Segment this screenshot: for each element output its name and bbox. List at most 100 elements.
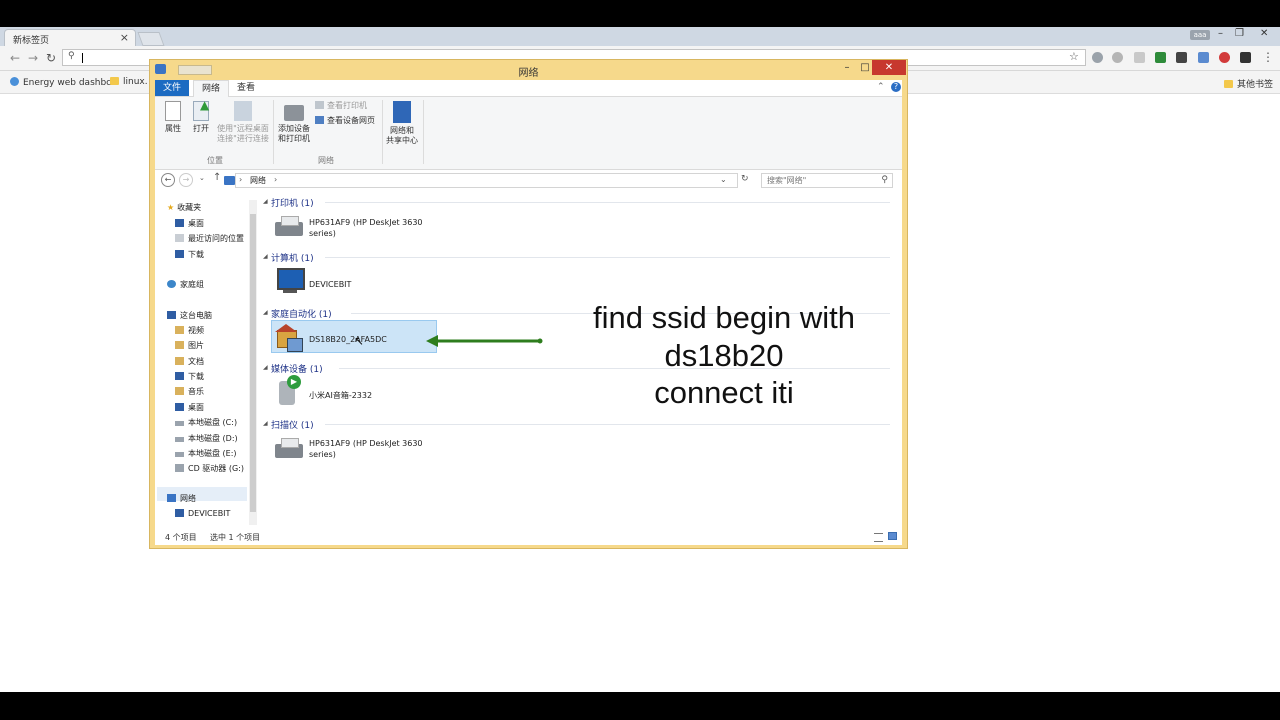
bookmark-linux[interactable]: linux.: [110, 77, 148, 87]
extension-icon-1[interactable]: [1092, 52, 1103, 63]
nav-desktop-label: 桌面: [188, 219, 204, 228]
ds18b20-item[interactable]: DS18B20_2AFA5DC: [309, 334, 387, 345]
collapse-icon[interactable]: ◢: [263, 198, 268, 205]
collapse-ribbon-icon[interactable]: ⌃: [877, 82, 885, 92]
tab-view[interactable]: 查看: [229, 80, 263, 96]
cd-drive-icon: [175, 464, 184, 472]
extension-icon-2[interactable]: [1112, 52, 1123, 63]
group-computers[interactable]: 计算机 (1): [271, 251, 314, 264]
reload-icon[interactable]: ↻: [46, 51, 56, 65]
profile-badge[interactable]: aaa: [1190, 30, 1210, 40]
view-device-page-button[interactable]: 查看设备网页: [315, 115, 375, 126]
nav-music[interactable]: 音乐: [175, 386, 204, 397]
mouse-cursor-icon: ↖: [354, 334, 365, 348]
nav-scrollbar-thumb[interactable]: [250, 214, 256, 512]
nav-devicebit[interactable]: DEVICEBIT: [175, 509, 230, 518]
tab-network[interactable]: 网络: [193, 80, 230, 97]
star-icon: ★: [167, 203, 175, 212]
extension-icon-3[interactable]: [1134, 52, 1145, 63]
properties-button[interactable]: 属性: [163, 101, 183, 134]
bookmark-energy[interactable]: Energy web dashbc: [10, 77, 111, 88]
disk-icon: [175, 452, 184, 457]
nav-network[interactable]: 网络: [167, 493, 196, 504]
nav-videos-label: 视频: [188, 326, 204, 335]
nav-pictures[interactable]: 图片: [175, 340, 204, 351]
group-divider: [325, 257, 890, 258]
nav-favorites[interactable]: ★ 收藏夹: [167, 202, 201, 213]
search-box[interactable]: 搜索"网络" ⚲: [761, 173, 893, 188]
nav-downloads[interactable]: 下载: [175, 249, 204, 260]
address-path-field[interactable]: › 网络 › ⌄: [224, 173, 738, 188]
home-automation-icon: [275, 324, 305, 352]
nav-videos[interactable]: 视频: [175, 325, 204, 336]
collapse-icon[interactable]: ◢: [263, 420, 268, 427]
back-icon[interactable]: ←: [10, 51, 20, 65]
group-network-label: 网络: [318, 156, 334, 165]
address-dropdown-icon[interactable]: ⌄: [720, 175, 727, 184]
explorer-close-button[interactable]: ✕: [872, 60, 906, 75]
group-printers[interactable]: 打印机 (1): [271, 196, 314, 209]
new-tab-button[interactable]: [137, 32, 165, 46]
add-device-button[interactable]: 添加设备 和打印机: [277, 101, 311, 144]
printer-line2: series): [309, 229, 336, 238]
scanner-item[interactable]: HP631AF9 (HP DeskJet 3630 series): [309, 438, 423, 460]
close-button[interactable]: ✕: [1260, 28, 1268, 39]
forward-icon[interactable]: →: [28, 51, 38, 65]
nav-desktop[interactable]: 桌面: [175, 218, 204, 229]
extension-icon-8[interactable]: [1240, 52, 1251, 63]
videos-icon: [175, 326, 184, 334]
bookmark-other[interactable]: 其他书签: [1224, 77, 1273, 90]
nav-desktop-pc[interactable]: 桌面: [175, 402, 204, 413]
minimize-button[interactable]: –: [1218, 28, 1223, 39]
recent-locations-icon[interactable]: ⌄: [199, 174, 205, 182]
refresh-icon[interactable]: ↻: [741, 174, 749, 184]
up-icon[interactable]: ↑: [213, 172, 221, 183]
back-icon[interactable]: ←: [161, 173, 175, 187]
restore-button[interactable]: ❐: [1235, 28, 1244, 39]
group-home-automation[interactable]: 家庭自动化 (1): [271, 307, 332, 320]
address-path[interactable]: 网络: [250, 175, 266, 186]
nav-downloads-pc[interactable]: 下载: [175, 371, 204, 382]
forward-icon[interactable]: →: [179, 173, 193, 187]
open-button[interactable]: ▲ 打开: [191, 99, 211, 134]
menu-icon[interactable]: ⋮: [1262, 50, 1274, 64]
group-location-label: 位置: [207, 156, 223, 165]
printer-item[interactable]: HP631AF9 (HP DeskJet 3630 series): [309, 217, 423, 239]
nav-this-pc[interactable]: 这台电脑: [167, 310, 212, 321]
computer-icon: [275, 268, 305, 294]
collapse-icon[interactable]: ◢: [263, 253, 268, 260]
help-icon[interactable]: ?: [891, 82, 901, 92]
nav-recent[interactable]: 最近访问的位置: [175, 233, 244, 244]
nav-cd[interactable]: CD 驱动器 (G:): [175, 463, 244, 474]
nav-homegroup[interactable]: 家庭组: [167, 279, 204, 290]
group-scanners[interactable]: 扫描仪 (1): [271, 418, 314, 431]
nav-disk-c[interactable]: 本地磁盘 (C:): [175, 417, 237, 428]
nav-documents[interactable]: 文档: [175, 356, 204, 367]
tab-title: 新标签页: [13, 36, 50, 46]
tab-close-icon[interactable]: ×: [120, 31, 129, 44]
group-media[interactable]: 媒体设备 (1): [271, 362, 323, 375]
large-icons-view-icon[interactable]: [888, 532, 897, 540]
nav-disk-d[interactable]: 本地磁盘 (D:): [175, 433, 238, 444]
nav-disk-e[interactable]: 本地磁盘 (E:): [175, 448, 237, 459]
selected-count: 选中 1 个项目: [210, 533, 261, 542]
desktop-icon: [175, 219, 184, 227]
extension-icon-5[interactable]: [1176, 52, 1187, 63]
network-sharing-center-button[interactable]: 网络和 共享中心: [385, 101, 419, 146]
recent-icon: [175, 234, 184, 242]
tab-new-tab[interactable]: 新标签页 ×: [4, 29, 136, 46]
extension-icon-4[interactable]: [1155, 52, 1166, 63]
collapse-icon[interactable]: ◢: [263, 309, 268, 316]
properties-icon: [165, 101, 181, 121]
extension-icon-6[interactable]: [1198, 52, 1209, 63]
collapse-icon[interactable]: ◢: [263, 364, 268, 371]
extension-icon-7[interactable]: [1219, 52, 1230, 63]
star-icon[interactable]: ☆: [1069, 50, 1079, 63]
tab-file[interactable]: 文件: [155, 80, 190, 96]
media-device-icon: ▶: [277, 375, 307, 405]
annotation-arrow-head: [426, 335, 438, 347]
nav-desktop-pc-label: 桌面: [188, 403, 204, 412]
details-view-icon[interactable]: [874, 533, 883, 542]
media-item[interactable]: 小米AI音箱-2332: [309, 390, 372, 401]
computer-item[interactable]: DEVICEBIT: [309, 279, 351, 290]
